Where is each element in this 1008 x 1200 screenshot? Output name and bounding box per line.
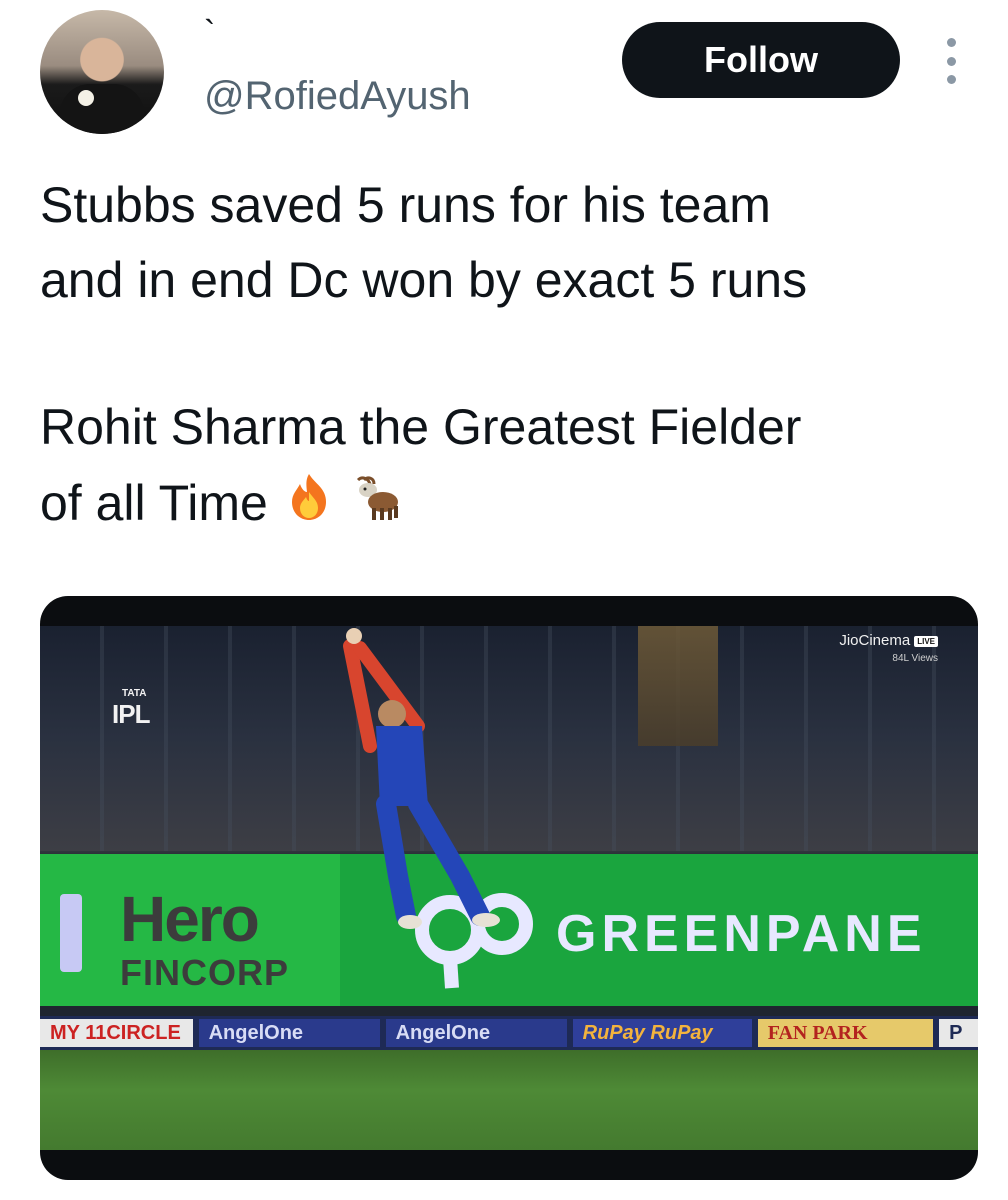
live-badge: LIVE: [914, 635, 938, 647]
tweet-text-line: of all Time: [40, 475, 268, 531]
ipl-logo-word: IPL: [112, 699, 150, 729]
outfield-grass: [40, 1050, 978, 1150]
goat-emoji-icon: [350, 470, 404, 544]
follow-button[interactable]: Follow: [622, 22, 900, 98]
ipl-logo: TATA IPL: [94, 688, 150, 730]
hero-logo-bar: [60, 894, 82, 972]
author-display-name[interactable]: `: [204, 14, 215, 53]
hero-word: Hero: [120, 883, 260, 955]
more-options-icon[interactable]: [944, 38, 958, 84]
ipl-logo-tata: TATA: [122, 688, 147, 699]
hero-fincorp-panel: Hero FINCORP: [40, 854, 340, 1006]
broadcaster-name: JioCinema: [839, 632, 911, 649]
tweet-text-line: Stubbs saved 5 runs for his team: [40, 177, 771, 233]
tweet-text-line: Rohit Sharma the Greatest Fielder: [40, 399, 802, 455]
more-dot: [946, 38, 956, 47]
stadium-window: [638, 626, 718, 746]
sponsor-partial: P: [939, 1019, 978, 1047]
more-dot: [946, 75, 956, 84]
fire-emoji-icon: [282, 470, 336, 544]
sponsor-rupay: RuPay RuPay: [572, 1019, 752, 1047]
sponsor-fan-park: FAN PARK: [757, 1019, 934, 1047]
sponsor-angelone: AngelOne: [198, 1019, 380, 1047]
avatar-shirt: [60, 84, 144, 134]
author-avatar[interactable]: [40, 10, 164, 134]
tweet-text-line: and in end Dc won by exact 5 runs: [40, 252, 808, 308]
sponsor-angelone: AngelOne: [385, 1019, 567, 1047]
fielder-figure: [343, 628, 500, 929]
tweet-media-image[interactable]: TATA IPL JioCinema LIVE 84L Views Hero FI…: [40, 596, 978, 1180]
broadcaster-watermark: JioCinema LIVE 84L Views: [839, 632, 938, 664]
sponsor-my11circle: MY 11CIRCLE: [40, 1019, 193, 1047]
greenpanel-word: GREENPANE: [556, 905, 927, 963]
author-handle[interactable]: @RofiedAyush: [204, 74, 471, 119]
sponsor-strip: MY 11CIRCLE AngelOne AngelOne RuPay RuPa…: [40, 1016, 978, 1050]
view-count: 84L Views: [892, 653, 938, 664]
hero-sub: FINCORP: [120, 952, 289, 993]
cricket-scene: TATA IPL JioCinema LIVE 84L Views Hero FI…: [40, 626, 978, 1150]
tweet-text-last-line: of all Time: [40, 466, 980, 544]
avatar-ball: [78, 90, 94, 106]
more-dot: [946, 56, 956, 66]
